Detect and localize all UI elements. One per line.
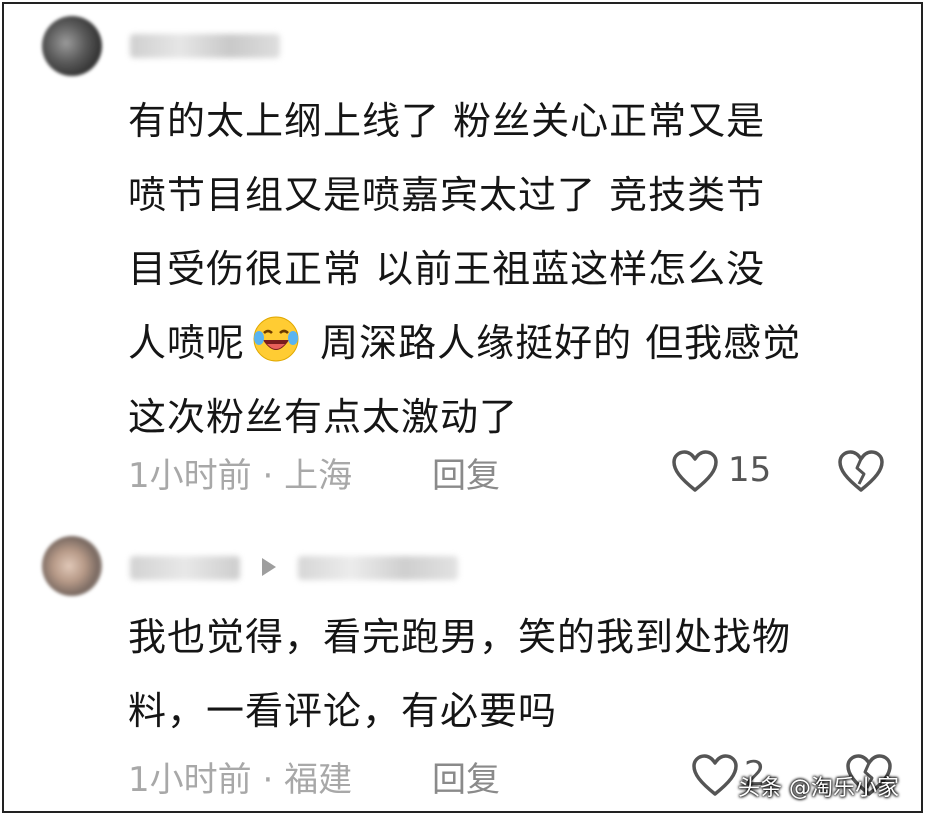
broken-heart-icon xyxy=(838,450,884,492)
comment-body: 有的太上纲上线了 粉丝关心正常又是 喷节目组又是喷嘉宾太过了 竞技类节 目受伤很… xyxy=(128,84,898,454)
blurred-username[interactable] xyxy=(130,34,280,58)
comment-text-segment: 周深路人缘挺好的 但我感觉 xyxy=(307,321,802,365)
laughing-crying-emoji-icon xyxy=(251,314,301,364)
comment-line: 料，一看评论，有必要吗 xyxy=(128,689,558,733)
comment-time: 1小时前 xyxy=(128,760,252,800)
comment-line: 目受伤很正常 以前王祖蓝这样怎么没 xyxy=(128,247,766,291)
dislike-button[interactable] xyxy=(836,448,886,498)
comment-line: 我也觉得，看完跑男，笑的我到处找物 xyxy=(128,615,792,659)
heart-icon xyxy=(672,450,718,492)
comment-body: 我也觉得，看完跑男，笑的我到处找物 料，一看评论，有必要吗 xyxy=(128,600,898,748)
like-button[interactable] xyxy=(690,752,740,802)
comment-line: 有的太上纲上线了 粉丝关心正常又是 xyxy=(128,99,766,143)
heart-icon xyxy=(692,754,738,796)
meta-separator: · xyxy=(251,456,285,496)
reply-button[interactable]: 回复 xyxy=(432,752,500,801)
comment-line: 这次粉丝有点太激动了 xyxy=(128,395,519,439)
reply-button[interactable]: 回复 xyxy=(432,448,500,497)
blurred-username[interactable] xyxy=(130,556,240,580)
avatar[interactable] xyxy=(42,536,102,596)
comment-text-segment: 人喷呢 xyxy=(128,321,246,365)
like-button[interactable] xyxy=(670,448,720,498)
comment-line: 喷节目组又是喷嘉宾太过了 竞技类节 xyxy=(128,173,766,217)
meta-separator: · xyxy=(251,760,285,800)
blurred-reply-target-username[interactable] xyxy=(298,556,458,580)
source-watermark: 头条 @淘乐小家 xyxy=(738,776,899,801)
avatar[interactable] xyxy=(42,16,102,76)
comment-line: 人喷呢 周深路人缘挺好的 但我感觉 xyxy=(128,306,898,380)
comment-location: 上海 xyxy=(284,456,353,496)
comment-time: 1小时前 xyxy=(128,456,252,496)
comment-meta: 1小时前 · 福建 回复 xyxy=(128,752,500,801)
comment-meta: 1小时前 · 上海 回复 xyxy=(128,448,500,497)
comment-location: 福建 xyxy=(284,760,353,800)
like-count: 15 xyxy=(728,450,772,490)
reply-to-arrow-icon xyxy=(262,558,276,576)
